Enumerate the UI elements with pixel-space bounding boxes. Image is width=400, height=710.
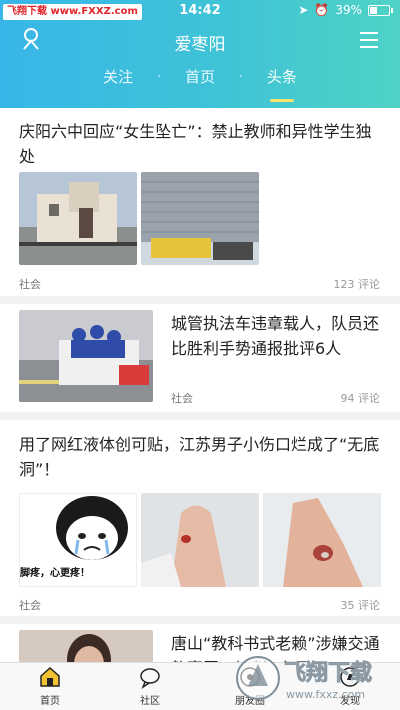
tab-separator: · <box>239 69 243 83</box>
article-image <box>263 493 381 587</box>
article-card[interactable]: 城管执法车违章载人，队员还比胜利手势通报批评6人 社会 94 评论 <box>0 304 400 412</box>
article-title[interactable]: 用了网红液体创可贴，江苏男子小伤口烂成了“无底洞”！ <box>19 432 383 482</box>
channel-tabs: 关注 · 首页 · 头条 <box>0 66 400 102</box>
battery-level <box>370 6 377 14</box>
home-icon <box>40 666 60 687</box>
menu-icon[interactable] <box>360 32 378 48</box>
article-meta: 社会 35 评论 <box>19 597 380 613</box>
article-category: 社会 <box>19 599 41 612</box>
watermark-logo-url: www.fxxz.com <box>286 688 365 701</box>
article-meta: 社会 123 评论 <box>19 276 380 292</box>
comment-count: 94 评论 <box>340 392 381 405</box>
comment-count: 35 评论 <box>340 599 381 612</box>
tab-home[interactable]: 首页 <box>179 66 221 94</box>
tab-headlines[interactable]: 头条 <box>261 66 303 102</box>
battery-icon <box>368 4 393 16</box>
article-image <box>141 493 259 587</box>
article-image: 脚疼，心更疼！ <box>19 493 137 587</box>
article-category: 社会 <box>19 278 41 291</box>
chat-bubble-icon <box>140 668 160 689</box>
article-card[interactable]: 用了网红液体创可贴，江苏男子小伤口烂成了“无底洞”！ 脚疼，心更疼！ 社会 35… <box>0 420 400 616</box>
news-feed: 庆阳六中回应“女生坠亡”：禁止教师和异性学生独处 社会 123 评论 城管执法车… <box>0 108 400 692</box>
meme-caption: 脚疼，心更疼！ <box>20 568 90 579</box>
article-card[interactable]: 庆阳六中回应“女生坠亡”：禁止教师和异性学生独处 社会 123 评论 <box>0 108 400 296</box>
nav-home-label: 首页 <box>40 696 60 707</box>
nav-home[interactable]: 首页 <box>0 663 100 710</box>
article-title[interactable]: 庆阳六中回应“女生坠亡”：禁止教师和异性学生独处 <box>19 119 379 169</box>
article-title[interactable]: 城管执法车违章载人，队员还比胜利手势通报批评6人 <box>171 311 383 361</box>
tab-separator: · <box>157 69 161 83</box>
article-image <box>19 310 153 402</box>
article-category: 社会 <box>171 392 193 405</box>
nav-community[interactable]: 社区 <box>100 663 200 710</box>
app-title: 爱枣阳 <box>174 35 226 55</box>
status-bar: 飞翔下载 www.FXXZ.com 14:42 ➤ ⏰ 39% <box>0 0 400 22</box>
app-header: 飞翔下载 www.FXXZ.com 14:42 ➤ ⏰ 39% 爱枣阳 关注 ·… <box>0 0 400 108</box>
article-meta: 社会 94 评论 <box>171 390 380 406</box>
battery-percent: 39% <box>335 3 362 17</box>
article-image <box>19 172 137 265</box>
nav-community-label: 社区 <box>140 696 160 707</box>
meme-face-image <box>56 496 128 560</box>
alarm-icon: ⏰ <box>314 3 330 17</box>
comment-count: 123 评论 <box>333 278 381 291</box>
article-image <box>141 172 259 265</box>
location-icon: ➤ <box>298 3 309 17</box>
tab-follow[interactable]: 关注 <box>97 66 139 94</box>
watermark-logo-text: 飞翔下载 <box>284 660 372 686</box>
status-icons: ➤ ⏰ 39% <box>298 3 393 17</box>
watermark-logo: 飞翔下载 www.fxxz.com <box>236 656 372 701</box>
